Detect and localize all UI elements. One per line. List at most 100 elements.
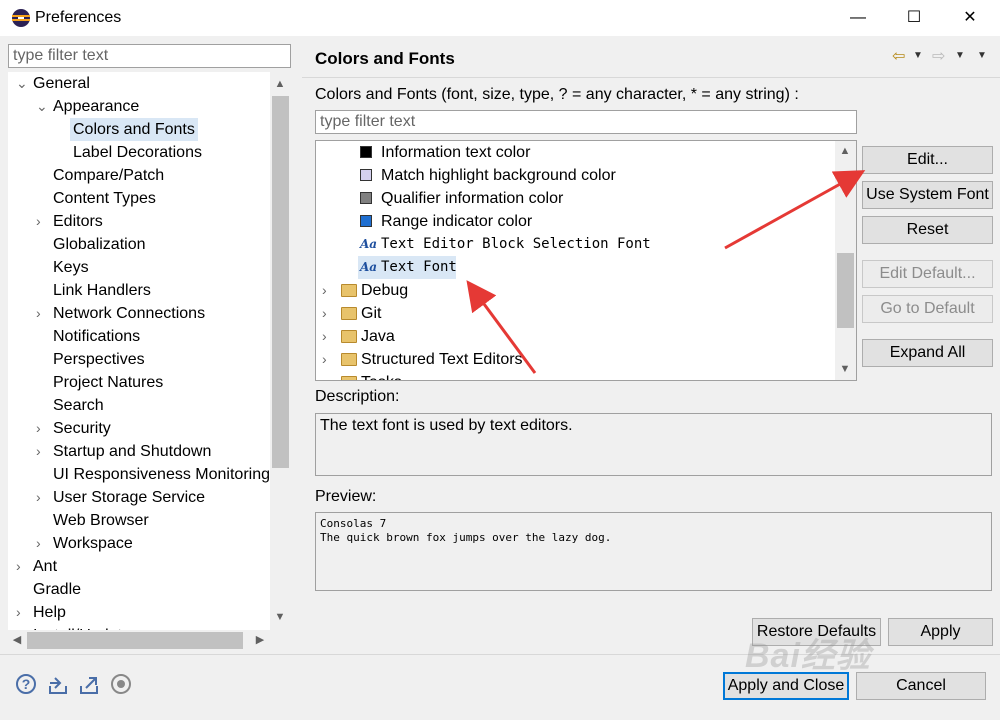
expanded-chevron-icon[interactable]: ⌄: [36, 95, 48, 118]
collapsed-chevron-icon[interactable]: ›: [322, 302, 327, 325]
tree-item-label: Appearance: [53, 98, 140, 115]
forward-icon: ⇨: [932, 48, 946, 65]
scroll-down-arrow-icon[interactable]: ▼: [271, 607, 289, 628]
forward-menu-chevron-icon[interactable]: ▼: [955, 50, 965, 61]
tree-item-label: UI Responsiveness Monitoring: [53, 466, 270, 483]
tree-item-label: Editors: [53, 213, 103, 230]
colors-fonts-item-label: Text Font: [381, 259, 457, 275]
expand-all-button[interactable]: Expand All: [862, 339, 993, 367]
tree-item-label: User Storage Service: [53, 489, 206, 506]
tree-item-label: Keys: [53, 259, 89, 276]
description-text: The text font is used by text editors.: [320, 417, 573, 434]
folder-icon: [341, 376, 357, 380]
collapsed-chevron-icon[interactable]: ›: [36, 486, 48, 509]
colors-fonts-filter-field[interactable]: [315, 110, 864, 134]
colors-fonts-item-label: Tasks: [361, 371, 402, 380]
folder-icon: [341, 330, 357, 343]
description-label: Description:: [315, 388, 400, 405]
preferences-filter-field[interactable]: [8, 44, 298, 68]
tree-item-label: Globalization: [53, 236, 146, 253]
colors-fonts-item-label: Git: [361, 305, 382, 322]
collapsed-chevron-icon[interactable]: ›: [322, 279, 327, 302]
edit-default-button[interactable]: Edit Default...: [862, 260, 993, 288]
preview-label: Preview:: [315, 488, 377, 505]
tree-item-label: General: [33, 75, 90, 92]
apply-button[interactable]: Apply: [888, 618, 993, 646]
preview-box: Consolas 7 The quick brown fox jumps ove…: [315, 512, 992, 591]
go-to-default-button[interactable]: Go to Default: [862, 295, 993, 323]
tree-item-label: Project Natures: [53, 374, 164, 391]
folder-icon: [341, 284, 357, 297]
tree-item-label: Security: [53, 420, 111, 437]
tree-item-label: Help: [33, 604, 66, 621]
folder-icon: [341, 307, 357, 320]
use-system-font-button[interactable]: Use System Font: [862, 181, 993, 209]
collapsed-chevron-icon[interactable]: ›: [36, 302, 48, 325]
colors-fonts-item-label: Match highlight background color: [381, 167, 616, 184]
tree-item-label: Label Decorations: [73, 144, 202, 161]
expanded-chevron-icon[interactable]: ⌄: [16, 72, 28, 95]
colors-fonts-scroll-thumb[interactable]: [837, 253, 854, 328]
colors-fonts-item-label: Debug: [361, 282, 409, 299]
tree-item-label: Ant: [33, 558, 58, 575]
collapsed-chevron-icon[interactable]: ›: [36, 417, 48, 440]
tree-horizontal-scroll-thumb[interactable]: [27, 632, 243, 649]
font-icon: Aa: [360, 237, 378, 251]
colors-fonts-item-label: Information text color: [381, 144, 531, 161]
minimize-button[interactable]: —: [830, 0, 886, 36]
folder-icon: [341, 353, 357, 366]
tree-item-label: Startup and Shutdown: [53, 443, 212, 460]
preview-line: The quick brown fox jumps over the lazy …: [320, 531, 612, 544]
tree-vertical-scroll-thumb[interactable]: [272, 96, 289, 468]
record-icon[interactable]: [111, 674, 131, 694]
tree-item-label: Link Handlers: [53, 282, 151, 299]
font-icon: Aa: [360, 260, 378, 274]
collapsed-chevron-icon[interactable]: ›: [16, 601, 28, 624]
scroll-up-arrow-icon[interactable]: ▲: [271, 74, 289, 95]
tree-item-label: Workspace: [53, 535, 133, 552]
window-title: Preferences: [35, 9, 122, 26]
help-icon[interactable]: ?: [16, 674, 36, 694]
tree-item-label: Compare/Patch: [53, 167, 165, 184]
colors-fonts-filter-input[interactable]: [316, 111, 864, 133]
colors-fonts-item-label: Text Editor Block Selection Font: [381, 236, 651, 252]
description-box: The text font is used by text editors.: [315, 413, 992, 476]
tree-item-label: Notifications: [53, 328, 141, 345]
collapsed-chevron-icon[interactable]: ›: [16, 555, 28, 578]
edit-button[interactable]: Edit...: [862, 146, 993, 174]
close-button[interactable]: ✕: [942, 0, 998, 36]
collapsed-chevron-icon[interactable]: ›: [322, 348, 327, 371]
back-icon[interactable]: ⇦: [892, 46, 905, 66]
scroll-down-arrow-icon[interactable]: ▼: [836, 359, 854, 380]
colors-fonts-tree[interactable]: Information text color Match highlight ba…: [315, 140, 857, 381]
collapsed-chevron-icon[interactable]: ›: [36, 440, 48, 463]
preferences-tree[interactable]: ⌄ General ⌄ Appearance Colors and Fonts Label…: [8, 72, 270, 630]
collapsed-chevron-icon[interactable]: ›: [322, 325, 327, 348]
tree-item-label: Content Types: [53, 190, 156, 207]
preferences-filter-input[interactable]: [9, 45, 298, 67]
color-swatch-icon: [360, 192, 372, 204]
tree-item-label: Gradle: [33, 581, 82, 598]
reset-button[interactable]: Reset: [862, 216, 993, 244]
color-swatch-icon: [360, 169, 372, 181]
cancel-button[interactable]: Cancel: [856, 672, 986, 700]
collapsed-chevron-icon[interactable]: ›: [36, 210, 48, 233]
preview-line: Consolas 7: [320, 517, 387, 530]
colors-fonts-item-label: Range indicator color: [381, 213, 533, 230]
tree-item-label: Network Connections: [53, 305, 206, 322]
maximize-button[interactable]: ☐: [886, 0, 942, 36]
export-icon[interactable]: [78, 674, 100, 696]
tree-item-label: Search: [53, 397, 104, 414]
back-menu-chevron-icon[interactable]: ▼: [913, 50, 923, 61]
scroll-right-arrow-icon[interactable]: ▶: [251, 630, 269, 651]
import-icon[interactable]: [47, 674, 69, 696]
colors-fonts-item[interactable]: Aa Text Font: [358, 256, 457, 279]
collapsed-chevron-icon[interactable]: ›: [36, 532, 48, 555]
color-swatch-icon: [360, 215, 372, 227]
tree-item-label: Web Browser: [53, 512, 149, 529]
view-menu-icon[interactable]: ▼: [977, 50, 987, 61]
scroll-left-arrow-icon[interactable]: ◀: [8, 630, 26, 651]
colors-fonts-hint: Colors and Fonts (font, size, type, ? = …: [315, 86, 799, 103]
collapsed-chevron-icon[interactable]: ›: [322, 371, 327, 380]
scroll-up-arrow-icon[interactable]: ▲: [836, 141, 854, 162]
